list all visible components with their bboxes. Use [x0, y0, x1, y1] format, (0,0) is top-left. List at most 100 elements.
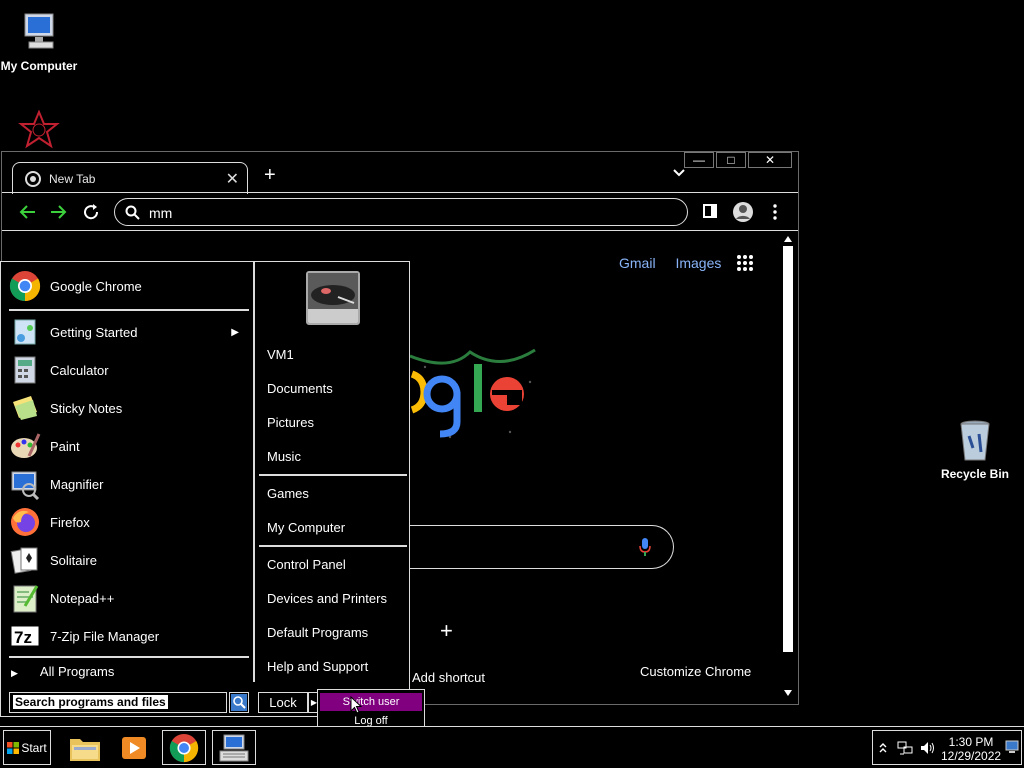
program-label: Solitaire [50, 552, 97, 568]
volume-icon[interactable] [920, 741, 936, 755]
calculator-icon [14, 356, 36, 384]
network-icon[interactable] [897, 741, 913, 755]
program-label: Firefox [50, 514, 90, 530]
start-menu-programs-pane: Google Chrome Getting Started ▶ Calculat… [1, 262, 255, 682]
show-hidden-icons-chevron-icon[interactable] [879, 742, 887, 754]
help-support-link[interactable]: Help and Support [267, 659, 368, 674]
windows-logo-icon [7, 741, 20, 754]
user-folder-link[interactable]: VM1 [267, 347, 294, 362]
program-label: Magnifier [50, 476, 104, 492]
taskbar-media-player[interactable] [112, 730, 156, 765]
program-label: 7-Zip File Manager [50, 628, 160, 644]
taskbar-on-screen-keyboard[interactable] [212, 730, 256, 765]
add-shortcut-plus-icon[interactable]: + [440, 618, 453, 644]
side-panel-icon[interactable] [703, 204, 717, 218]
default-programs-link[interactable]: Default Programs [267, 625, 368, 640]
program-getting-started[interactable]: Getting Started ▶ [9, 314, 245, 350]
documents-link[interactable]: Documents [267, 381, 333, 396]
my-computer-link[interactable]: My Computer [267, 520, 345, 535]
magnifier-search-icon [231, 694, 247, 711]
games-link[interactable]: Games [267, 486, 309, 501]
scroll-down-arrow-icon[interactable] [784, 690, 792, 696]
program-magnifier[interactable]: Magnifier [9, 466, 245, 502]
lock-button[interactable]: Lock [258, 692, 308, 713]
submenu-arrow-icon: ▶ [231, 326, 239, 338]
program-google-chrome[interactable]: Google Chrome [9, 268, 245, 304]
tab-strip-divider [2, 192, 798, 193]
images-link[interactable]: Images [675, 255, 721, 271]
folder-icon [70, 738, 100, 761]
profile-avatar-icon[interactable] [732, 201, 754, 223]
tab-close-icon[interactable]: ✕ [226, 169, 239, 189]
control-panel-link[interactable]: Control Panel [267, 557, 346, 572]
program-calculator[interactable]: Calculator [9, 352, 245, 388]
start-menu: Google Chrome Getting Started ▶ Calculat… [0, 261, 410, 717]
start-search-button[interactable] [229, 692, 249, 713]
all-programs-button[interactable]: ▶ All Programs [11, 664, 114, 679]
ntp-header-links: Gmail Images [619, 255, 737, 271]
back-arrow-icon[interactable] [18, 204, 36, 220]
customize-chrome-button[interactable]: Customize Chrome [640, 664, 751, 679]
menu-item-switch-user[interactable]: Switch user [320, 693, 422, 711]
program-paint[interactable]: Paint [9, 428, 245, 464]
forward-arrow-icon[interactable] [50, 204, 68, 220]
start-menu-separator [9, 656, 249, 658]
start-button[interactable]: Start [3, 730, 51, 765]
music-link[interactable]: Music [267, 449, 301, 464]
search-icon [125, 205, 140, 220]
desktop-icon-shortcut[interactable] [0, 109, 84, 157]
menu-kebab-icon[interactable] [772, 204, 778, 220]
all-programs-arrow-icon: ▶ [11, 668, 18, 678]
user-picture[interactable] [306, 271, 360, 325]
tab-search-chevron-icon[interactable] [672, 168, 686, 178]
program-label: Paint [50, 438, 80, 454]
system-tray: 1:30 PM 12/29/2022 [872, 730, 1022, 765]
desktop-icon-my-computer[interactable]: My Computer [0, 10, 84, 73]
devices-printers-link[interactable]: Devices and Printers [267, 591, 387, 606]
apps-grid-icon[interactable] [736, 254, 754, 272]
start-search-input[interactable]: Search programs and files [9, 692, 227, 713]
taskbar-explorer[interactable] [63, 730, 107, 765]
ntp-search-box[interactable] [382, 525, 674, 569]
notepadpp-icon [13, 585, 39, 613]
program-label: Google Chrome [50, 278, 142, 294]
address-input-value: mm [149, 205, 173, 221]
gmail-link[interactable]: Gmail [619, 255, 656, 271]
reload-icon[interactable] [82, 203, 100, 221]
add-shortcut-label[interactable]: Add shortcut [412, 670, 485, 685]
voice-search-mic-icon[interactable] [639, 538, 651, 556]
mouse-cursor-icon [350, 696, 362, 714]
show-desktop-icon[interactable] [1005, 739, 1019, 755]
scroll-up-arrow-icon[interactable] [784, 236, 792, 242]
close-button[interactable]: ✕ [748, 152, 792, 168]
address-bar[interactable]: mm [114, 198, 688, 226]
program-notepadpp[interactable]: Notepad++ [9, 580, 245, 616]
program-label: Sticky Notes [50, 400, 123, 416]
taskbar-chrome[interactable] [162, 730, 206, 765]
chrome-icon [9, 271, 41, 302]
start-label: Start [21, 740, 47, 755]
vertical-scrollbar[interactable] [782, 236, 794, 696]
program-firefox[interactable]: Firefox [9, 504, 245, 540]
clock[interactable]: 1:30 PM 12/29/2022 [941, 735, 1001, 763]
user-avatar-icon [308, 273, 358, 323]
desktop-icon-recycle-bin[interactable]: Recycle Bin [930, 418, 1020, 481]
new-tab-button[interactable]: + [264, 164, 276, 187]
sevenzip-icon: 7z [10, 625, 40, 647]
minimize-button[interactable]: — [684, 152, 714, 168]
desktop-icon-label: My Computer [0, 59, 78, 73]
scrollbar-thumb[interactable] [783, 246, 793, 652]
computer-icon [24, 13, 54, 49]
program-7zip[interactable]: 7z 7-Zip File Manager [9, 618, 245, 654]
window-controls: — □ ✕ [682, 152, 792, 168]
toolbar-divider [2, 230, 798, 231]
maximize-button[interactable]: □ [716, 152, 746, 168]
browser-tab[interactable]: New Tab ✕ [12, 162, 248, 194]
firefox-icon [11, 508, 39, 536]
desktop-icon-label: Recycle Bin [940, 467, 1010, 481]
app-shortcut-icon [18, 109, 60, 149]
program-sticky-notes[interactable]: Sticky Notes [9, 390, 245, 426]
program-solitaire[interactable]: Solitaire [9, 542, 245, 578]
pictures-link[interactable]: Pictures [267, 415, 314, 430]
media-player-icon [122, 736, 146, 759]
